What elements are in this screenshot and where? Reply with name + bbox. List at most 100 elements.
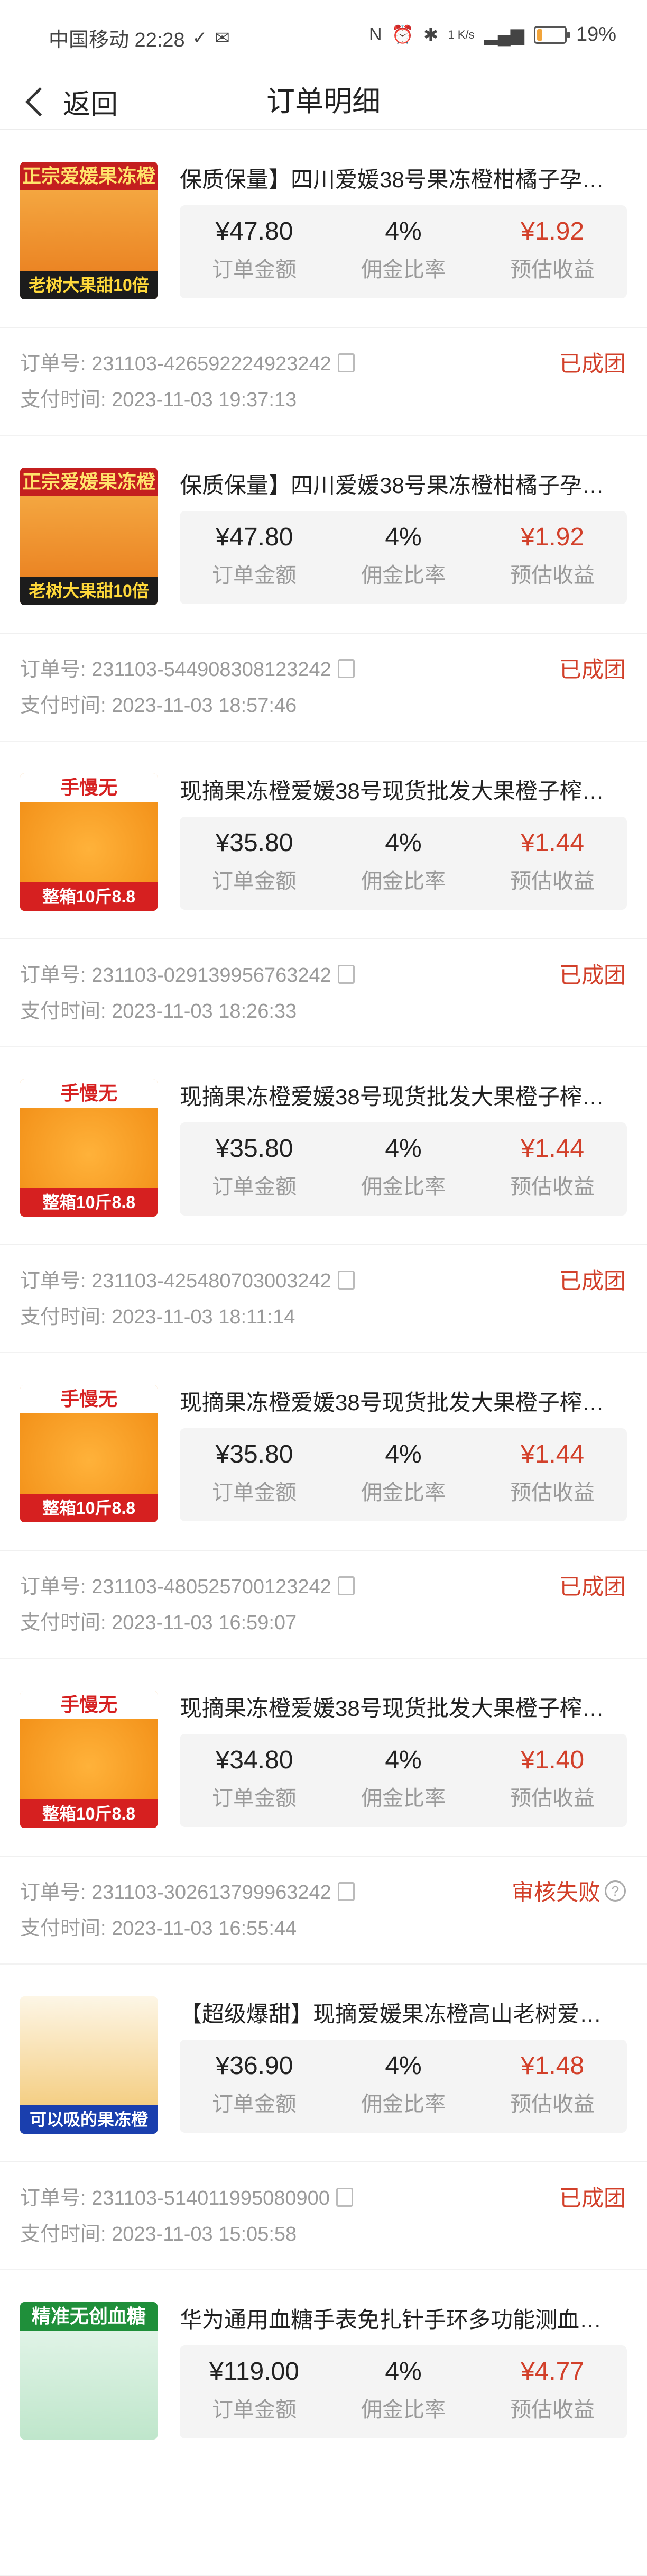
order-number-row: 订单号: 231103-426592224923242 (20, 347, 355, 376)
product-title[interactable]: 现摘果冻橙爱媛38号现货批发大果橙子榨汁新鲜水果 (180, 1079, 618, 1111)
rate-stat: 4% 佣金比率 (329, 511, 478, 604)
order-amount: ¥35.80 (215, 1135, 293, 1163)
product-title[interactable]: 保质保量】四川爱媛38号果冻橙柑橘子孕妇新鲜水果 (180, 162, 618, 194)
order-amount-label: 订单金额 (212, 2093, 297, 2116)
commission-rate-label: 佣金比率 (361, 564, 446, 587)
product-thumbnail[interactable]: 可以吸的果冻橙 (20, 1996, 158, 2134)
estimated-income-label: 预估收益 (510, 1787, 595, 1810)
order-card[interactable]: 正宗爱媛果冻橙 老树大果甜10倍 保质保量】四川爱媛38号果冻橙柑橘子孕妇新鲜水… (0, 130, 647, 436)
estimated-income: ¥1.44 (520, 1135, 585, 1163)
status-left: 中国移动 22:28 ✓ ✉ (49, 23, 230, 52)
order-status: 已成团 (559, 346, 626, 378)
commission-rate-label: 佣金比率 (361, 1175, 446, 1199)
commission-rate-label: 佣金比率 (361, 1481, 446, 1504)
order-card[interactable]: 手慢无 整箱10斤8.8 现摘果冻橙爱媛38号现货批发大果橙子榨汁新鲜水果 ¥3… (0, 1047, 647, 1353)
rate-stat: 4% 佣金比率 (329, 2040, 478, 2133)
copy-icon[interactable] (337, 353, 355, 372)
estimated-income-label: 预估收益 (510, 1175, 595, 1199)
thumbnail-bottom-text (20, 2411, 158, 2440)
product-thumbnail[interactable]: 手慢无 整箱10斤8.8 (20, 1691, 158, 1828)
order-number: 订单号: 231103-480525700123242 (20, 1576, 331, 1598)
commission-rate-label: 佣金比率 (361, 2093, 446, 2116)
thumbnail-bottom-text: 老树大果甜10倍 (20, 271, 158, 299)
alarm-icon: ⏰ (391, 24, 414, 45)
order-status-text: 已成团 (559, 351, 626, 376)
order-stats: ¥35.80 订单金额 4% 佣金比率 ¥1.44 预估收益 (180, 1428, 627, 1521)
amount-stat: ¥35.80 订单金额 (180, 1428, 329, 1521)
order-number-row: 订单号: 231103-425480703003242 (20, 1264, 355, 1293)
order-card[interactable]: 可以吸的果冻橙 【超级爆甜】现摘爱媛果冻橙高山老树爱媛38号 ¥36.90 订单… (0, 1965, 647, 2270)
product-title[interactable]: 现摘果冻橙爱媛38号现货批发大果橙子榨汁新鲜水果 (180, 1691, 618, 1723)
net-speed: 1 K/s (448, 28, 475, 41)
order-number: 订单号: 231103-425480703003242 (20, 1270, 331, 1292)
product-title[interactable]: 华为通用血糖手表免扎针手环多功能测血压心率 (180, 2302, 618, 2334)
divider (0, 2161, 647, 2162)
commission-rate-label: 佣金比率 (361, 870, 446, 893)
thumbnail-top-text: 手慢无 (20, 1691, 158, 1719)
copy-icon[interactable] (336, 2188, 353, 2207)
help-icon[interactable]: ? (605, 1880, 626, 1902)
divider (0, 327, 647, 328)
divider (0, 938, 647, 939)
product-thumbnail[interactable]: 精准无创血糖 (20, 2302, 158, 2440)
product-title[interactable]: 现摘果冻橙爱媛38号现货批发大果橙子榨汁新鲜水果 (180, 1385, 618, 1417)
pay-time: 支付时间: 2023-11-03 16:59:07 (20, 1612, 297, 1634)
copy-icon[interactable] (337, 965, 355, 984)
signal-icon: ▂▄▆ (484, 24, 524, 45)
order-amount-label: 订单金额 (212, 870, 297, 893)
order-amount-label: 订单金额 (212, 1175, 297, 1199)
order-card[interactable]: 精准无创血糖 华为通用血糖手表免扎针手环多功能测血压心率 ¥119.00 订单金… (0, 2270, 647, 2576)
nav-bar: 返回 订单明细 (0, 74, 647, 130)
order-amount-label: 订单金额 (212, 1787, 297, 1810)
order-status: 已成团 (559, 957, 626, 990)
product-thumbnail[interactable]: 手慢无 整箱10斤8.8 (20, 1079, 158, 1217)
order-amount-label: 订单金额 (212, 258, 297, 281)
commission-rate: 4% (385, 1135, 422, 1163)
product-title[interactable]: 现摘果冻橙爱媛38号现货批发大果橙子榨汁新鲜水果 (180, 773, 618, 806)
thumbnail-bottom-text: 整箱10斤8.8 (20, 1494, 158, 1522)
copy-icon[interactable] (337, 1882, 355, 1901)
status-bar: 中国移动 22:28 ✓ ✉ N ⏰ ✱ 1 K/s ▂▄▆ 19% (0, 0, 647, 74)
order-status-text: 审核失败 (511, 1880, 600, 1905)
order-status: 已成团 (559, 2180, 626, 2213)
order-number: 订单号: 231103-302613799963242 (20, 1881, 331, 1904)
amount-stat: ¥47.80 订单金额 (180, 205, 329, 298)
product-thumbnail[interactable]: 正宗爱媛果冻橙 老树大果甜10倍 (20, 162, 158, 299)
order-status-text: 已成团 (559, 2186, 626, 2210)
order-amount-label: 订单金额 (212, 2398, 297, 2422)
product-thumbnail[interactable]: 手慢无 整箱10斤8.8 (20, 773, 158, 911)
thumbnail-top-text: 手慢无 (20, 773, 158, 802)
product-thumbnail[interactable]: 手慢无 整箱10斤8.8 (20, 1385, 158, 1522)
order-number-row: 订单号: 231103-514011995080900 (20, 2181, 353, 2210)
estimated-income: ¥1.92 (520, 523, 585, 551)
product-title[interactable]: 保质保量】四川爱媛38号果冻橙柑橘子孕妇新鲜水果 (180, 468, 618, 500)
commission-rate-label: 佣金比率 (361, 2398, 446, 2422)
order-amount-label: 订单金额 (212, 1481, 297, 1504)
commission-rate: 4% (385, 2052, 422, 2080)
nfc-pay-icon: ✓ (192, 28, 208, 48)
divider (0, 1244, 647, 1245)
order-card[interactable]: 手慢无 整箱10斤8.8 现摘果冻橙爱媛38号现货批发大果橙子榨汁新鲜水果 ¥3… (0, 1659, 647, 1965)
income-stat: ¥1.40 预估收益 (478, 1734, 627, 1827)
order-amount: ¥119.00 (209, 2358, 299, 2386)
amount-stat: ¥35.80 订单金额 (180, 817, 329, 910)
copy-icon[interactable] (337, 659, 355, 678)
order-number: 订单号: 231103-514011995080900 (20, 2187, 330, 2209)
amount-stat: ¥35.80 订单金额 (180, 1122, 329, 1216)
product-title[interactable]: 【超级爆甜】现摘爱媛果冻橙高山老树爱媛38号 (180, 1996, 618, 2029)
order-number-row: 订单号: 231103-029139956763242 (20, 958, 355, 988)
rate-stat: 4% 佣金比率 (329, 1122, 478, 1216)
income-stat: ¥1.48 预估收益 (478, 2040, 627, 2133)
order-amount: ¥35.80 (215, 1440, 293, 1468)
product-thumbnail[interactable]: 正宗爱媛果冻橙 老树大果甜10倍 (20, 468, 158, 605)
order-card[interactable]: 手慢无 整箱10斤8.8 现摘果冻橙爱媛38号现货批发大果橙子榨汁新鲜水果 ¥3… (0, 1353, 647, 1659)
estimated-income: ¥1.44 (520, 1440, 585, 1468)
order-card[interactable]: 手慢无 整箱10斤8.8 现摘果冻橙爱媛38号现货批发大果橙子榨汁新鲜水果 ¥3… (0, 742, 647, 1047)
copy-icon[interactable] (337, 1271, 355, 1290)
order-number-row: 订单号: 231103-480525700123242 (20, 1570, 355, 1599)
order-amount: ¥47.80 (215, 217, 293, 245)
copy-icon[interactable] (337, 1576, 355, 1595)
order-number: 订单号: 231103-029139956763242 (20, 964, 331, 986)
order-card[interactable]: 正宗爱媛果冻橙 老树大果甜10倍 保质保量】四川爱媛38号果冻橙柑橘子孕妇新鲜水… (0, 436, 647, 742)
estimated-income: ¥1.44 (520, 829, 585, 857)
